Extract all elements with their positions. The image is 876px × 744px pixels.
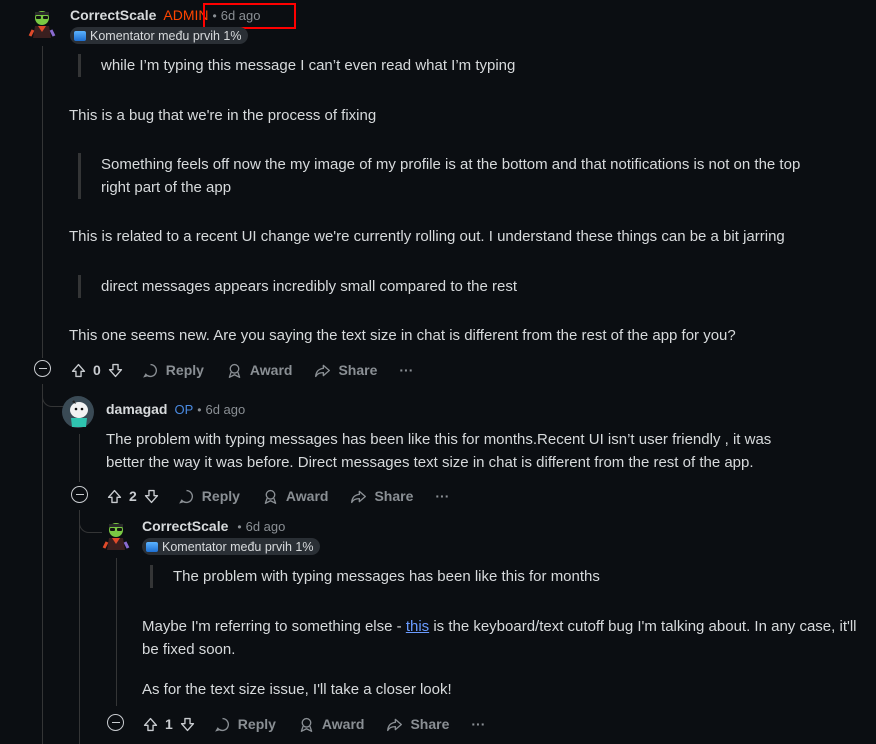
comment-text: This is a bug that we're in the process …: [69, 107, 377, 124]
vote-group: 2: [106, 488, 160, 505]
thread-line-reply-lower: [79, 510, 80, 744]
upvote-icon[interactable]: [70, 362, 87, 379]
separator-dot: •: [197, 403, 202, 417]
award-label: Award: [249, 362, 293, 378]
comment-text: As for the text size issue, I'll take a …: [142, 681, 452, 698]
award-icon: [228, 363, 241, 378]
blockquote: direct messages appears incredibly small…: [78, 275, 801, 298]
user-flair: Komentator među prvih 1%: [142, 538, 321, 555]
share-button[interactable]: Share: [350, 488, 413, 505]
comment-text: Maybe I'm referring to something else - …: [142, 615, 862, 661]
thread-line-nested: [116, 558, 117, 706]
reply-icon: [142, 363, 157, 378]
avatar[interactable]: [62, 396, 94, 428]
downvote-icon[interactable]: [143, 488, 160, 505]
more-icon: ···: [435, 488, 450, 504]
timestamp[interactable]: 6d ago: [205, 402, 245, 417]
flair-text: Komentator među prvih 1%: [90, 28, 242, 43]
more-icon: ···: [399, 362, 414, 378]
more-icon: ···: [471, 716, 486, 732]
collapse-icon[interactable]: [71, 486, 88, 503]
vote-group: 1: [142, 716, 196, 733]
op-badge: OP: [174, 402, 194, 417]
blockquote: The problem with typing messages has bee…: [150, 565, 853, 588]
thread-line-main: [42, 46, 43, 358]
username[interactable]: CorrectScale: [142, 518, 228, 534]
reply-icon: [178, 489, 193, 504]
reply-button[interactable]: Reply: [178, 488, 240, 505]
comment-action-bar: 0 Reply Award Share ···: [70, 358, 435, 382]
bug-link[interactable]: this: [406, 618, 429, 635]
share-label: Share: [410, 716, 450, 732]
comment-header: damagad OP • 6d ago: [106, 401, 245, 417]
username[interactable]: CorrectScale: [70, 7, 156, 23]
more-options-button[interactable]: ···: [471, 716, 485, 732]
separator-dot: •: [237, 520, 242, 534]
user-flair: Komentator među prvih 1%: [70, 27, 249, 44]
award-label: Award: [321, 716, 365, 732]
award-button[interactable]: Award: [262, 488, 329, 505]
vote-count: 2: [129, 488, 137, 504]
avatar[interactable]: [26, 8, 58, 40]
downvote-icon[interactable]: [107, 362, 124, 379]
vote-count: 0: [93, 362, 101, 378]
award-icon: [264, 489, 277, 504]
blockquote: while I’m typing this message I can’t ev…: [78, 54, 801, 77]
reply-label: Reply: [165, 362, 204, 378]
downvote-icon[interactable]: [179, 716, 196, 733]
comment-action-bar: 2 Reply Award Share ···: [106, 484, 471, 508]
award-icon: [300, 717, 313, 732]
upvote-icon[interactable]: [142, 716, 159, 733]
reply-label: Reply: [237, 716, 276, 732]
timestamp[interactable]: 6d ago: [246, 519, 286, 534]
share-icon: [351, 490, 367, 503]
share-icon: [387, 718, 403, 731]
share-icon: [315, 364, 331, 377]
reply-button[interactable]: Reply: [142, 362, 204, 379]
vote-count: 1: [165, 716, 173, 732]
share-label: Share: [338, 362, 378, 378]
collapse-icon[interactable]: [107, 714, 124, 731]
award-button[interactable]: Award: [298, 716, 365, 733]
reply-button[interactable]: Reply: [214, 716, 276, 733]
text-before-link: Maybe I'm referring to something else -: [142, 618, 406, 635]
more-options-button[interactable]: ···: [399, 362, 413, 378]
comment-header: CorrectScale • 6d ago: [142, 518, 285, 534]
more-options-button[interactable]: ···: [435, 488, 449, 504]
username[interactable]: damagad: [106, 401, 167, 417]
thread-connector-nested: [79, 510, 102, 533]
flair-icon: [146, 541, 158, 552]
collapse-icon[interactable]: [34, 360, 51, 377]
reply-label: Reply: [201, 488, 240, 504]
vote-group: 0: [70, 362, 124, 379]
comment-text: This is related to a recent UI change we…: [69, 228, 785, 245]
award-label: Award: [285, 488, 329, 504]
thread-line-main-lower: [42, 384, 43, 744]
avatar[interactable]: [100, 520, 132, 552]
award-button[interactable]: Award: [226, 362, 293, 379]
share-button[interactable]: Share: [386, 716, 449, 733]
admin-badge: ADMIN: [163, 7, 209, 23]
flair-icon: [74, 30, 86, 41]
comment-action-bar: 1 Reply Award Share ···: [142, 712, 507, 736]
comment-text: The problem with typing messages has bee…: [106, 431, 772, 471]
blockquote: Something feels off now the my image of …: [78, 153, 821, 199]
thread-line-reply: [79, 434, 80, 482]
reply-icon: [214, 717, 229, 732]
upvote-icon[interactable]: [106, 488, 123, 505]
comment-text: This one seems new. Are you saying the t…: [69, 327, 736, 344]
flair-text: Komentator među prvih 1%: [162, 539, 314, 554]
highlight-box: [203, 3, 296, 29]
share-label: Share: [374, 488, 414, 504]
share-button[interactable]: Share: [314, 362, 377, 379]
